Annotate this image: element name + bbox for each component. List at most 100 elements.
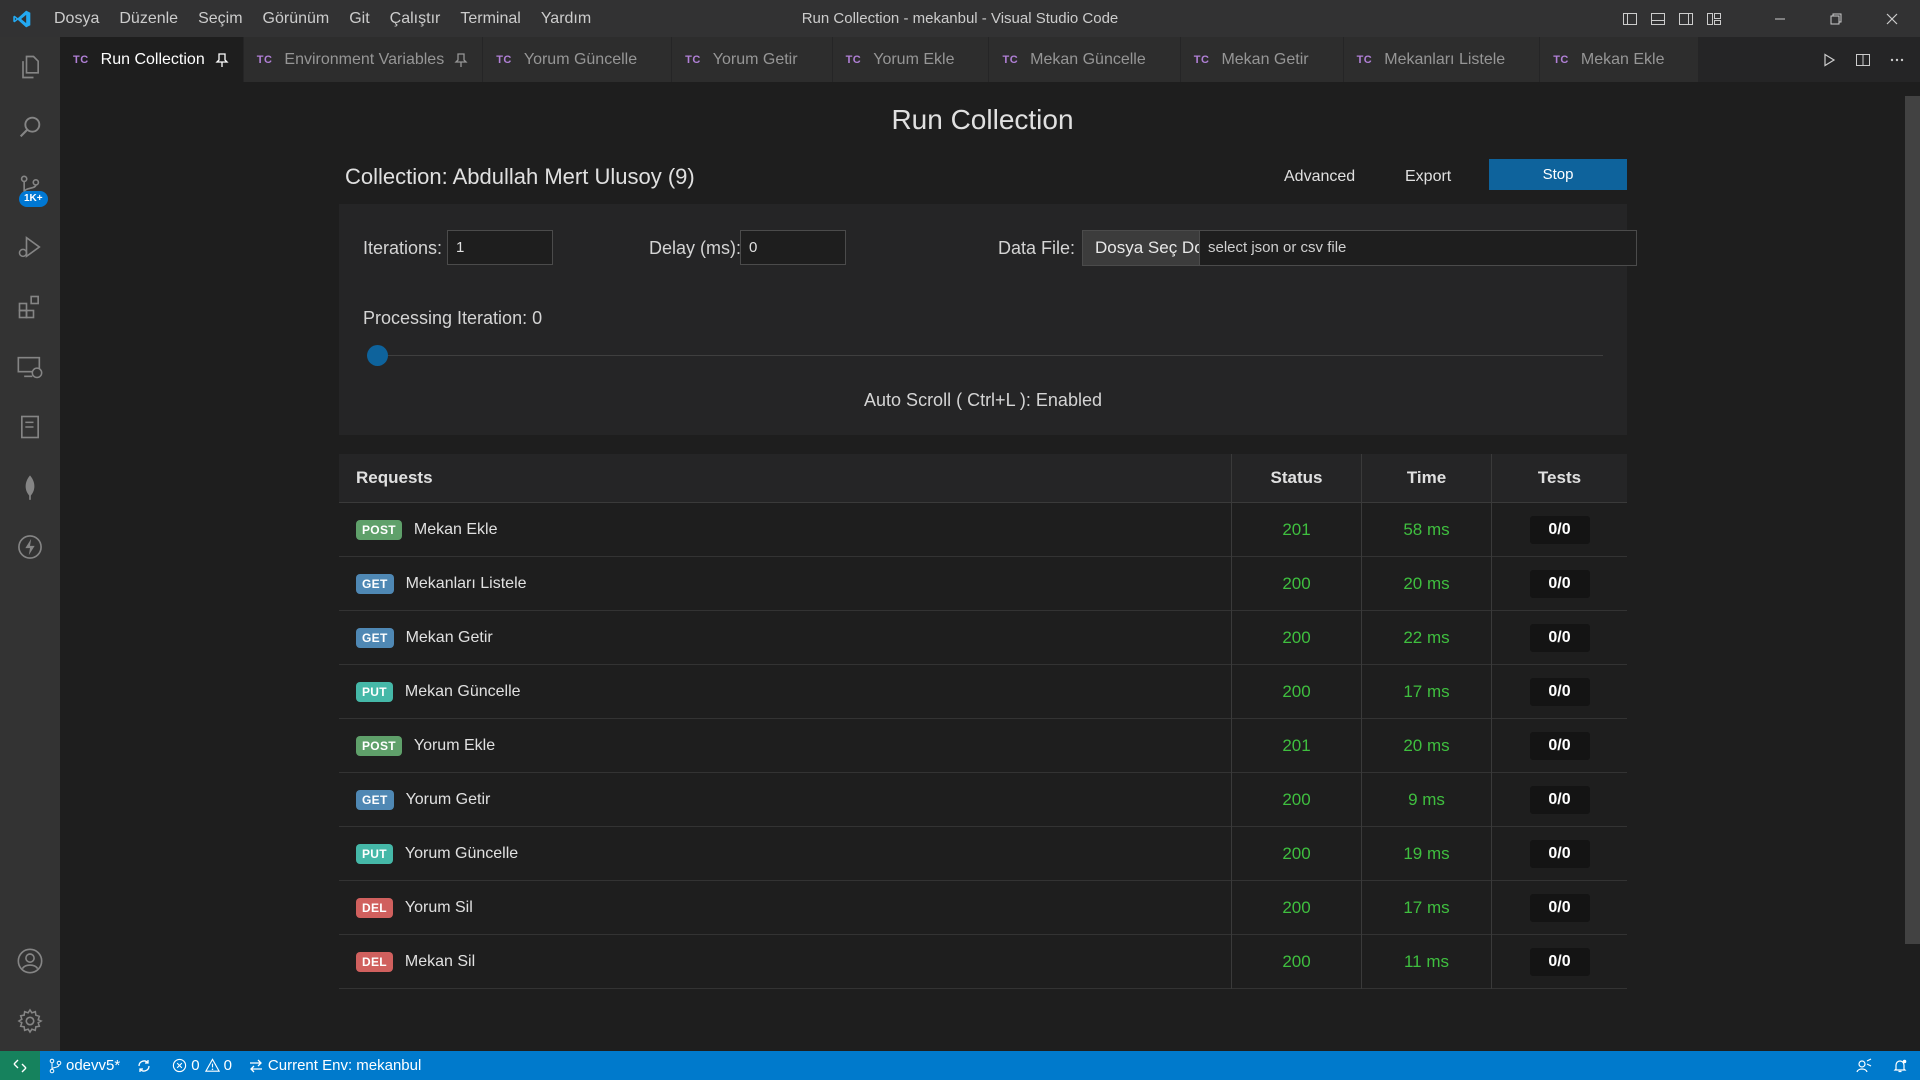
run-icon[interactable] [1812,37,1846,82]
menu-file[interactable]: Dosya [44,0,109,37]
source-control-icon[interactable]: 1K+ [0,157,60,217]
table-header: Requests Status Time Tests [339,453,1627,503]
header-requests: Requests [356,468,433,487]
file-placeholder: select json or csv file [1208,239,1347,256]
menu-run[interactable]: Çalıştır [380,0,451,37]
status-code: 200 [1282,951,1311,971]
tab-prefix: TC [845,53,862,66]
extensions-icon[interactable] [0,277,60,337]
notebook-icon[interactable] [0,397,60,457]
status-code: 200 [1282,573,1311,593]
tab-prefix: TC [685,53,701,66]
current-env[interactable]: Current Env: mekanbul [240,1051,429,1080]
tab-mekan-getir[interactable]: TC Mekan Getir [1180,37,1344,82]
git-branch-icon [49,1058,62,1073]
customize-layout-icon[interactable] [1700,0,1728,37]
tab-environment-variables[interactable]: TC Environment Variables [243,37,484,82]
activity-bar: 1K+ [0,37,60,1051]
remote-indicator-icon[interactable] [0,1051,40,1080]
tab-yorum-ekle[interactable]: TC Yorum Ekle [832,37,990,82]
menu-bar: Dosya Düzenle Seçim Görünüm Git Çalıştır… [44,0,601,37]
editor-scrollbar-thumb[interactable] [1905,96,1920,944]
tab-yorum-guncelle[interactable]: TC Yorum Güncelle [483,37,673,82]
request-name: Yorum Güncelle [404,844,519,862]
status-code: 201 [1282,735,1311,755]
stop-button[interactable]: Stop [1489,159,1627,190]
auto-scroll-status[interactable]: Auto Scroll ( Ctrl+L ): Enabled [339,390,1627,411]
remote-explorer-icon[interactable] [0,337,60,397]
advanced-button[interactable]: Advanced [1284,168,1355,186]
iterations-input[interactable]: 1 [447,230,553,265]
collection-name: Collection: Abdullah Mert Ulusoy (9) [345,164,695,189]
pin-icon[interactable] [454,52,468,68]
request-name: Mekanları Listele [405,574,527,592]
run-debug-icon[interactable] [0,217,60,277]
table-row[interactable]: GET Mekan Getir 200 22 ms 0/0 [339,610,1627,665]
menu-selection[interactable]: Seçim [188,0,252,37]
tab-mekan-guncelle[interactable]: TC Mekan Güncelle [989,37,1181,82]
restore-icon[interactable] [1808,0,1864,37]
search-icon[interactable] [0,97,60,157]
response-time: 9 ms [1408,789,1445,809]
toggle-primary-sidebar-icon[interactable] [1616,0,1644,37]
sync-icon[interactable] [128,1051,164,1080]
method-badge: GET [356,627,394,648]
request-name: Mekan Sil [404,952,476,970]
menu-edit[interactable]: Düzenle [109,0,188,37]
tests-result-badge: 0/0 [1529,677,1590,706]
account-icon[interactable] [0,931,60,991]
git-branch[interactable]: odevv5* [40,1051,128,1080]
table-row[interactable]: GET Mekanları Listele 200 20 ms 0/0 [339,556,1627,611]
table-row[interactable]: POST Yorum Ekle 201 20 ms 0/0 [339,718,1627,773]
minimize-icon[interactable] [1752,0,1808,37]
tab-mekan-ekle[interactable]: TC Mekan Ekle [1540,37,1700,82]
live-share-icon[interactable] [1848,1051,1884,1080]
choose-file-button[interactable]: Dosya Seç Dosya seçilmedi [1083,231,1200,265]
menu-view[interactable]: Görünüm [253,0,340,37]
tab-label: Mekanları Listele [1384,50,1506,68]
toggle-secondary-sidebar-icon[interactable] [1672,0,1700,37]
swap-icon [249,1059,262,1072]
tests-result-badge: 0/0 [1529,515,1590,544]
delay-input[interactable]: 0 [740,230,846,265]
toggle-panel-icon[interactable] [1644,0,1672,37]
iterations-label: Iterations: [363,238,443,258]
explorer-icon[interactable] [0,37,60,97]
export-button[interactable]: Export [1405,168,1451,186]
menu-terminal[interactable]: Terminal [450,0,530,37]
response-time: 17 ms [1403,897,1450,917]
progress-track [367,355,1603,356]
settings-gear-icon[interactable] [0,991,60,1051]
problems-indicator[interactable]: 0 0 [164,1051,240,1080]
tab-label: Mekan Güncelle [1030,50,1146,68]
close-window-icon[interactable] [1864,0,1920,37]
status-code: 200 [1282,843,1311,863]
thunder-client-icon[interactable] [0,517,60,577]
table-row[interactable]: POST Mekan Ekle 201 58 ms 0/0 [339,502,1627,557]
menu-git[interactable]: Git [339,0,379,37]
table-row[interactable]: PUT Mekan Güncelle 200 17 ms 0/0 [339,664,1627,719]
table-row[interactable]: GET Yorum Getir 200 9 ms 0/0 [339,772,1627,827]
method-badge: GET [356,573,394,594]
more-actions-icon[interactable] [1880,37,1914,82]
menu-help[interactable]: Yardım [531,0,601,37]
method-badge: PUT [356,681,393,702]
table-row[interactable]: PUT Yorum Güncelle 200 19 ms 0/0 [339,826,1627,881]
tab-yorum-getir[interactable]: TC Yorum Getir [672,37,833,82]
table-row[interactable]: DEL Mekan Sil 200 11 ms 0/0 [339,934,1627,989]
tab-label: Run Collection [100,50,205,68]
method-badge: POST [356,519,402,540]
header-time: Time [1361,453,1491,503]
tests-result-badge: 0/0 [1529,947,1590,976]
warning-icon [204,1058,220,1072]
split-editor-icon[interactable] [1846,37,1880,82]
data-file-input[interactable]: Dosya Seç Dosya seçilmedi select json or… [1082,230,1637,266]
table-row[interactable]: DEL Yorum Sil 200 17 ms 0/0 [339,880,1627,935]
mongodb-leaf-icon[interactable] [0,457,60,517]
pin-icon[interactable] [215,52,229,68]
notifications-bell-icon[interactable] [1884,1051,1920,1080]
response-time: 20 ms [1403,735,1450,755]
tab-run-collection[interactable]: TC Run Collection [60,37,244,82]
tab-mekanlari-listele[interactable]: TC Mekanları Listele [1343,37,1541,82]
header-status: Status [1231,453,1361,503]
